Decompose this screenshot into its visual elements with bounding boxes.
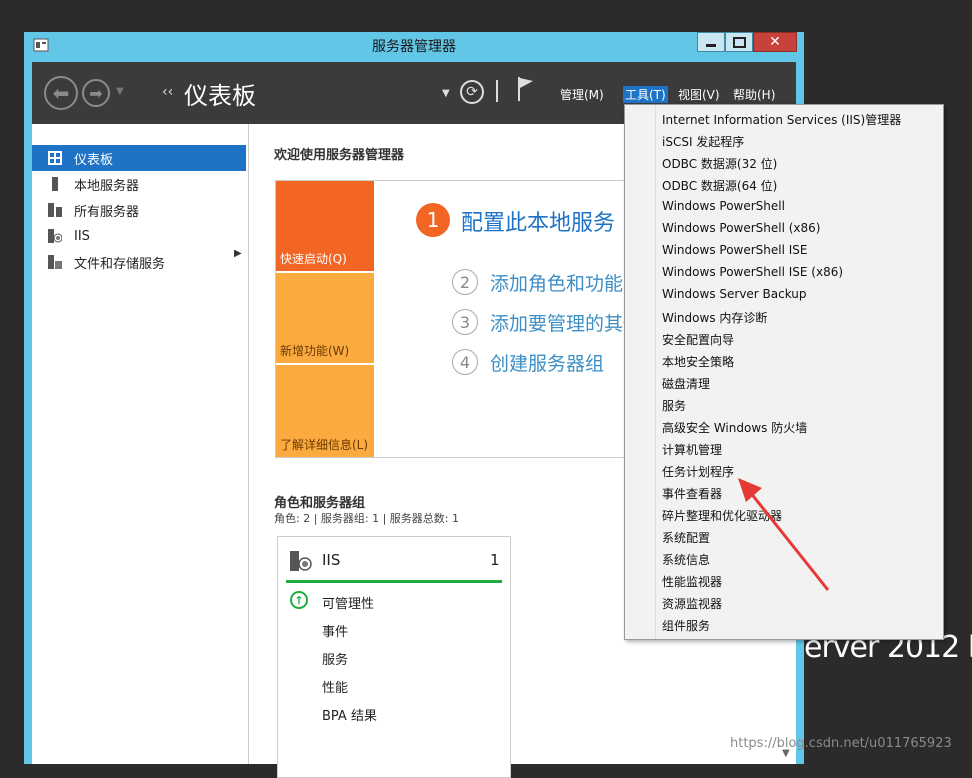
toolbar-divider <box>496 80 498 102</box>
step-add-servers[interactable]: 添加要管理的其他 <box>490 309 636 336</box>
roles-heading: 角色和服务器组 <box>274 496 366 511</box>
tile-quick-start[interactable]: 快速启动(Q) <box>276 181 374 271</box>
forward-button[interactable]: ➡ <box>82 79 110 107</box>
menu-item-event-viewer[interactable]: 事件查看器 <box>662 485 722 502</box>
menu-tools[interactable]: 工具(T) <box>623 86 668 103</box>
back-button[interactable]: ⬅ <box>44 76 78 110</box>
iis-card-title: IIS <box>322 551 341 569</box>
menu-item-resource-monitor[interactable]: 资源监视器 <box>662 595 722 612</box>
step-add-roles[interactable]: 添加角色和功能 <box>490 269 623 296</box>
sidebar-item-label: IIS <box>74 228 90 244</box>
menu-item-system-info[interactable]: 系统信息 <box>662 551 710 568</box>
sidebar-item-iis[interactable]: IIS <box>32 223 246 249</box>
minimize-button[interactable] <box>697 32 725 52</box>
step-number: 3 <box>452 309 478 335</box>
minimize-icon <box>706 43 716 47</box>
back-arrow-icon: ⬅ <box>52 81 70 105</box>
menu-help[interactable]: 帮助(H) <box>733 86 775 103</box>
step-create-server-group[interactable]: 创建服务器组 <box>490 349 604 376</box>
iis-role-card[interactable]: IIS 1 ↑ 可管理性 事件 服务 性能 BPA 结果 <box>277 536 511 778</box>
server-icon <box>48 177 62 191</box>
menu-item-server-backup[interactable]: Windows Server Backup <box>662 287 807 301</box>
menu-item-firewall[interactable]: 高级安全 Windows 防火墙 <box>662 419 807 436</box>
menu-item-local-security-policy[interactable]: 本地安全策略 <box>662 353 734 370</box>
quick-start-panel: 快速启动(Q) 新增功能(W) 了解详细信息(L) 1 配置此本地服务 2 添加… <box>275 180 637 458</box>
menu-item-odbc64[interactable]: ODBC 数据源(64 位) <box>662 177 777 194</box>
menu-item-disk-cleanup[interactable]: 磁盘清理 <box>662 375 710 392</box>
menu-view[interactable]: 视图(V) <box>678 86 720 103</box>
refresh-button[interactable]: ⟳ <box>460 80 484 104</box>
iis-icon <box>48 229 62 243</box>
breadcrumb-chevron-icon: ‹‹ <box>162 84 174 100</box>
dashboard-icon <box>48 151 62 165</box>
breadcrumb: 仪表板 <box>184 82 256 110</box>
close-icon: ✕ <box>769 34 781 50</box>
tile-learn-more[interactable]: 了解详细信息(L) <box>276 365 374 457</box>
iis-item-services[interactable]: 服务 <box>322 649 348 668</box>
menu-item-iscsi[interactable]: iSCSI 发起程序 <box>662 133 744 150</box>
menu-item-performance-monitor[interactable]: 性能监视器 <box>662 573 722 590</box>
watermark: https://blog.csdn.net/u011765923 <box>730 736 952 751</box>
sidebar-item-label: 仪表板 <box>74 152 114 168</box>
sidebar-item-file-storage[interactable]: 文件和存储服务 <box>32 249 246 275</box>
sidebar-item-label: 所有服务器 <box>74 204 140 220</box>
menu-item-services[interactable]: 服务 <box>662 397 686 414</box>
step-configure-local-server[interactable]: 配置此本地服务 <box>461 205 615 237</box>
servers-icon <box>48 203 62 217</box>
menu-item-component-services[interactable]: 组件服务 <box>662 617 710 634</box>
sidebar-item-dashboard[interactable]: 仪表板 <box>32 145 246 171</box>
scroll-down-icon[interactable]: ▼ <box>782 748 790 759</box>
breadcrumb-dropdown-icon[interactable]: ▼ <box>442 88 450 99</box>
title-bar[interactable]: 服务器管理器 ✕ <box>24 32 804 58</box>
iis-item-manageability[interactable]: 可管理性 <box>322 593 374 612</box>
roles-summary: 角色: 2 | 服务器组: 1 | 服务器总数: 1 <box>274 512 460 525</box>
close-button[interactable]: ✕ <box>753 32 797 52</box>
menu-icon-gutter <box>655 105 656 639</box>
sidebar-item-local-server[interactable]: 本地服务器 <box>32 171 246 197</box>
step-number: 2 <box>452 269 478 295</box>
sidebar: 仪表板 本地服务器 所有服务器 IIS 文件和存储服务 ▶ <box>32 124 249 764</box>
history-dropdown-icon[interactable]: ▼ <box>116 86 124 97</box>
menu-item-odbc32[interactable]: ODBC 数据源(32 位) <box>662 155 777 172</box>
step-number: 1 <box>416 203 450 237</box>
refresh-icon: ⟳ <box>466 84 478 100</box>
menu-item-memory-diagnostic[interactable]: Windows 内存诊断 <box>662 309 767 326</box>
sidebar-item-label: 本地服务器 <box>74 178 140 194</box>
menu-item-system-config[interactable]: 系统配置 <box>662 529 710 546</box>
menu-item-iis-manager[interactable]: Internet Information Services (IIS)管理器 <box>662 111 901 128</box>
menu-item-security-wizard[interactable]: 安全配置向导 <box>662 331 734 348</box>
storage-icon <box>48 255 62 269</box>
annotation-arrow-icon <box>738 478 830 591</box>
maximize-button[interactable] <box>725 32 753 52</box>
notifications-flag-icon[interactable] <box>516 76 536 102</box>
window-title: 服务器管理器 <box>372 39 456 55</box>
iis-item-events[interactable]: 事件 <box>322 621 348 640</box>
maximize-icon <box>732 36 746 48</box>
iis-icon <box>290 551 312 571</box>
menu-item-powershell[interactable]: Windows PowerShell <box>662 199 785 213</box>
step-number: 4 <box>452 349 478 375</box>
expand-arrow-icon[interactable]: ▶ <box>234 248 242 259</box>
sidebar-item-all-servers[interactable]: 所有服务器 <box>32 197 246 223</box>
welcome-heading: 欢迎使用服务器管理器 <box>274 148 405 163</box>
menu-manage[interactable]: 管理(M) <box>560 86 604 103</box>
iis-status-bar <box>286 580 502 583</box>
menu-item-powershell-ise-x86[interactable]: Windows PowerShell ISE (x86) <box>662 265 843 279</box>
iis-item-performance[interactable]: 性能 <box>322 677 348 696</box>
iis-item-bpa[interactable]: BPA 结果 <box>322 705 377 724</box>
menu-item-task-scheduler[interactable]: 任务计划程序 <box>662 463 734 480</box>
tile-whats-new[interactable]: 新增功能(W) <box>276 273 374 363</box>
up-arrow-status-icon: ↑ <box>290 591 308 609</box>
menu-item-computer-management[interactable]: 计算机管理 <box>662 441 722 458</box>
menu-item-powershell-x86[interactable]: Windows PowerShell (x86) <box>662 221 820 235</box>
forward-arrow-icon: ➡ <box>89 83 103 103</box>
sidebar-item-label: 文件和存储服务 <box>74 256 166 272</box>
menu-item-powershell-ise[interactable]: Windows PowerShell ISE <box>662 243 808 257</box>
iis-server-count: 1 <box>490 551 500 569</box>
